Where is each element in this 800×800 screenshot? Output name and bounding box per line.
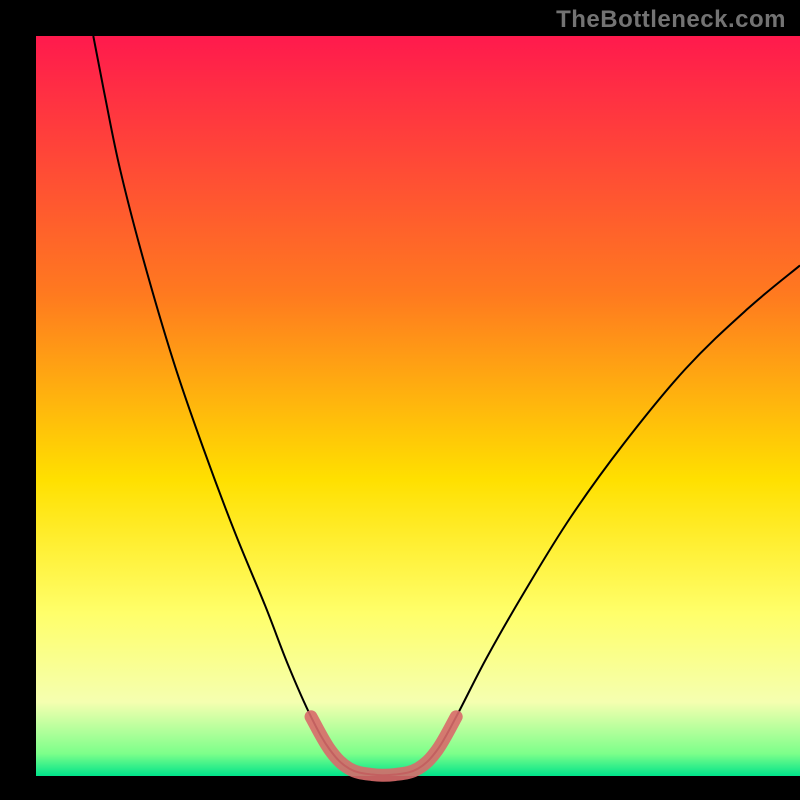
chart-svg bbox=[0, 0, 800, 800]
chart-frame: TheBottleneck.com bbox=[0, 0, 800, 800]
chart-background bbox=[36, 36, 800, 776]
watermark-text: TheBottleneck.com bbox=[556, 6, 786, 34]
